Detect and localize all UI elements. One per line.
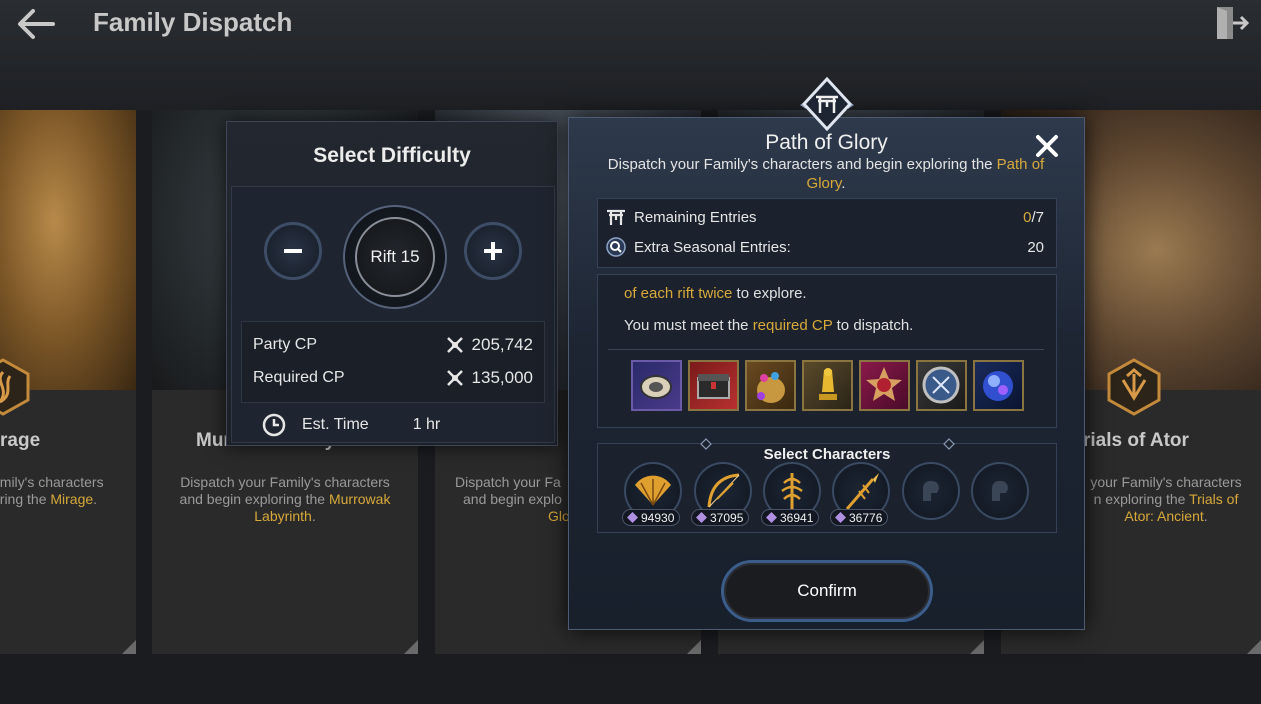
character-cp-badge: 36776: [830, 509, 889, 526]
cp-gem-icon: [835, 512, 846, 523]
gate-icon: [607, 209, 625, 225]
detail-line-2: You must meet the required CP to dispatc…: [624, 317, 914, 334]
est-time-value: 1 hr: [412, 416, 441, 433]
reward-item[interactable]: [859, 360, 910, 411]
minus-icon: [284, 249, 302, 253]
back-button[interactable]: [14, 6, 58, 42]
plus-icon: [484, 242, 502, 260]
decrease-difficulty-button[interactable]: [264, 222, 322, 280]
reward-item[interactable]: [916, 360, 967, 411]
empty-slot-helmet-icon: [992, 481, 1008, 501]
gem-pouch-icon: [757, 372, 785, 403]
character-cp-badge: 37095: [691, 509, 750, 526]
card-description: Dispatch your Family's characters and be…: [179, 474, 391, 524]
cp-gem-icon: [766, 512, 777, 523]
page-title: Family Dispatch: [93, 7, 293, 37]
increase-difficulty-button[interactable]: [464, 222, 522, 280]
path-of-glory-gate-emblem-icon: [800, 77, 854, 131]
search-magnifier-icon: [606, 237, 626, 257]
spear-weapon-icon: [845, 473, 879, 510]
empty-slot-helmet-icon: [923, 481, 939, 501]
mirage-emblem-icon: [0, 358, 30, 416]
golden-trophy-icon: [819, 368, 837, 400]
select-characters-section: Select Characters 94930 37095 36941 3677…: [597, 438, 1057, 533]
required-cp-value: 135,000: [471, 368, 533, 387]
party-cp-label: Party CP: [253, 336, 318, 353]
card-title: rage: [0, 430, 41, 451]
blue-emblem-icon: [922, 366, 960, 404]
bow-weapon-icon: [707, 473, 740, 508]
modal-description: Dispatch your Family's characters and be…: [607, 156, 1045, 192]
confirm-button[interactable]: Confirm: [721, 560, 933, 622]
detail-line-1: of each rift twice to explore.: [624, 285, 807, 302]
select-characters-title: Select Characters: [763, 446, 891, 463]
difficulty-title: Select Difficulty: [313, 144, 471, 167]
extra-seasonal-entries-label: Extra Seasonal Entries:: [634, 238, 791, 256]
select-difficulty-panel: Select Difficulty Rift 15 Party CP 205,7…: [226, 121, 558, 446]
estimated-time-row: Est. Time 1 hr: [262, 413, 440, 437]
character-slot-6-empty[interactable]: [971, 462, 1029, 520]
back-arrow-icon: [18, 9, 55, 39]
card-description: your Family's characters n exploring the…: [1090, 474, 1242, 524]
entries-info: Remaining Entries 0/7 Extra Seasonal Ent…: [597, 198, 1057, 268]
cp-gem-icon: [627, 512, 638, 523]
character-slot-5-empty[interactable]: [902, 462, 960, 520]
reward-list: [631, 360, 1024, 411]
party-cp-value: 205,742: [471, 335, 533, 354]
fan-weapon-icon: [635, 475, 671, 506]
clock-icon: [262, 413, 286, 437]
character-cp-badge: 94930: [622, 509, 681, 526]
card-artwork: [0, 110, 136, 390]
dungeon-card-mirage[interactable]: rage amily's characters oring the Mirage…: [0, 110, 136, 654]
exit-button[interactable]: [1212, 4, 1252, 42]
est-time-label: Est. Time: [302, 416, 369, 433]
exit-door-icon: [1217, 7, 1250, 39]
path-of-glory-modal: Path of Glory Dispatch your Family's cha…: [568, 117, 1085, 630]
staff-weapon-icon: [781, 473, 803, 509]
reward-item[interactable]: [745, 360, 796, 411]
trials-emblem-icon: [1107, 358, 1161, 416]
remaining-entries-value: 0/7: [1023, 208, 1044, 226]
card-title: rials of Ator: [1083, 430, 1189, 451]
cp-summary: Party CP 205,742 Required CP 135,000: [241, 321, 545, 403]
rift-level-label: Rift 15: [355, 217, 435, 297]
remaining-entries-label: Remaining Entries: [634, 208, 757, 226]
modal-title: Path of Glory: [765, 131, 888, 154]
reward-item[interactable]: [631, 360, 682, 411]
cp-crossed-swords-icon: [446, 370, 463, 386]
reward-item[interactable]: [973, 360, 1024, 411]
rift-level-display: Rift 15: [343, 205, 447, 309]
card-description: amily's characters oring the Mirage.: [0, 474, 104, 507]
crimson-medal-icon: [866, 367, 902, 401]
required-cp-label: Required CP: [253, 369, 345, 386]
character-cp-badge: 36941: [761, 509, 820, 526]
blue-orb-icon: [983, 371, 1013, 401]
dispatch-details: of each rift twice to explore. You must …: [597, 274, 1057, 428]
cp-crossed-swords-icon: [446, 337, 463, 353]
reward-item[interactable]: [802, 360, 853, 411]
cp-gem-icon: [696, 512, 707, 523]
coin-medal-icon: [640, 375, 672, 399]
treasure-chest-icon: [697, 374, 730, 399]
extra-seasonal-entries-value: 20: [1027, 238, 1044, 256]
reward-item[interactable]: [688, 360, 739, 411]
